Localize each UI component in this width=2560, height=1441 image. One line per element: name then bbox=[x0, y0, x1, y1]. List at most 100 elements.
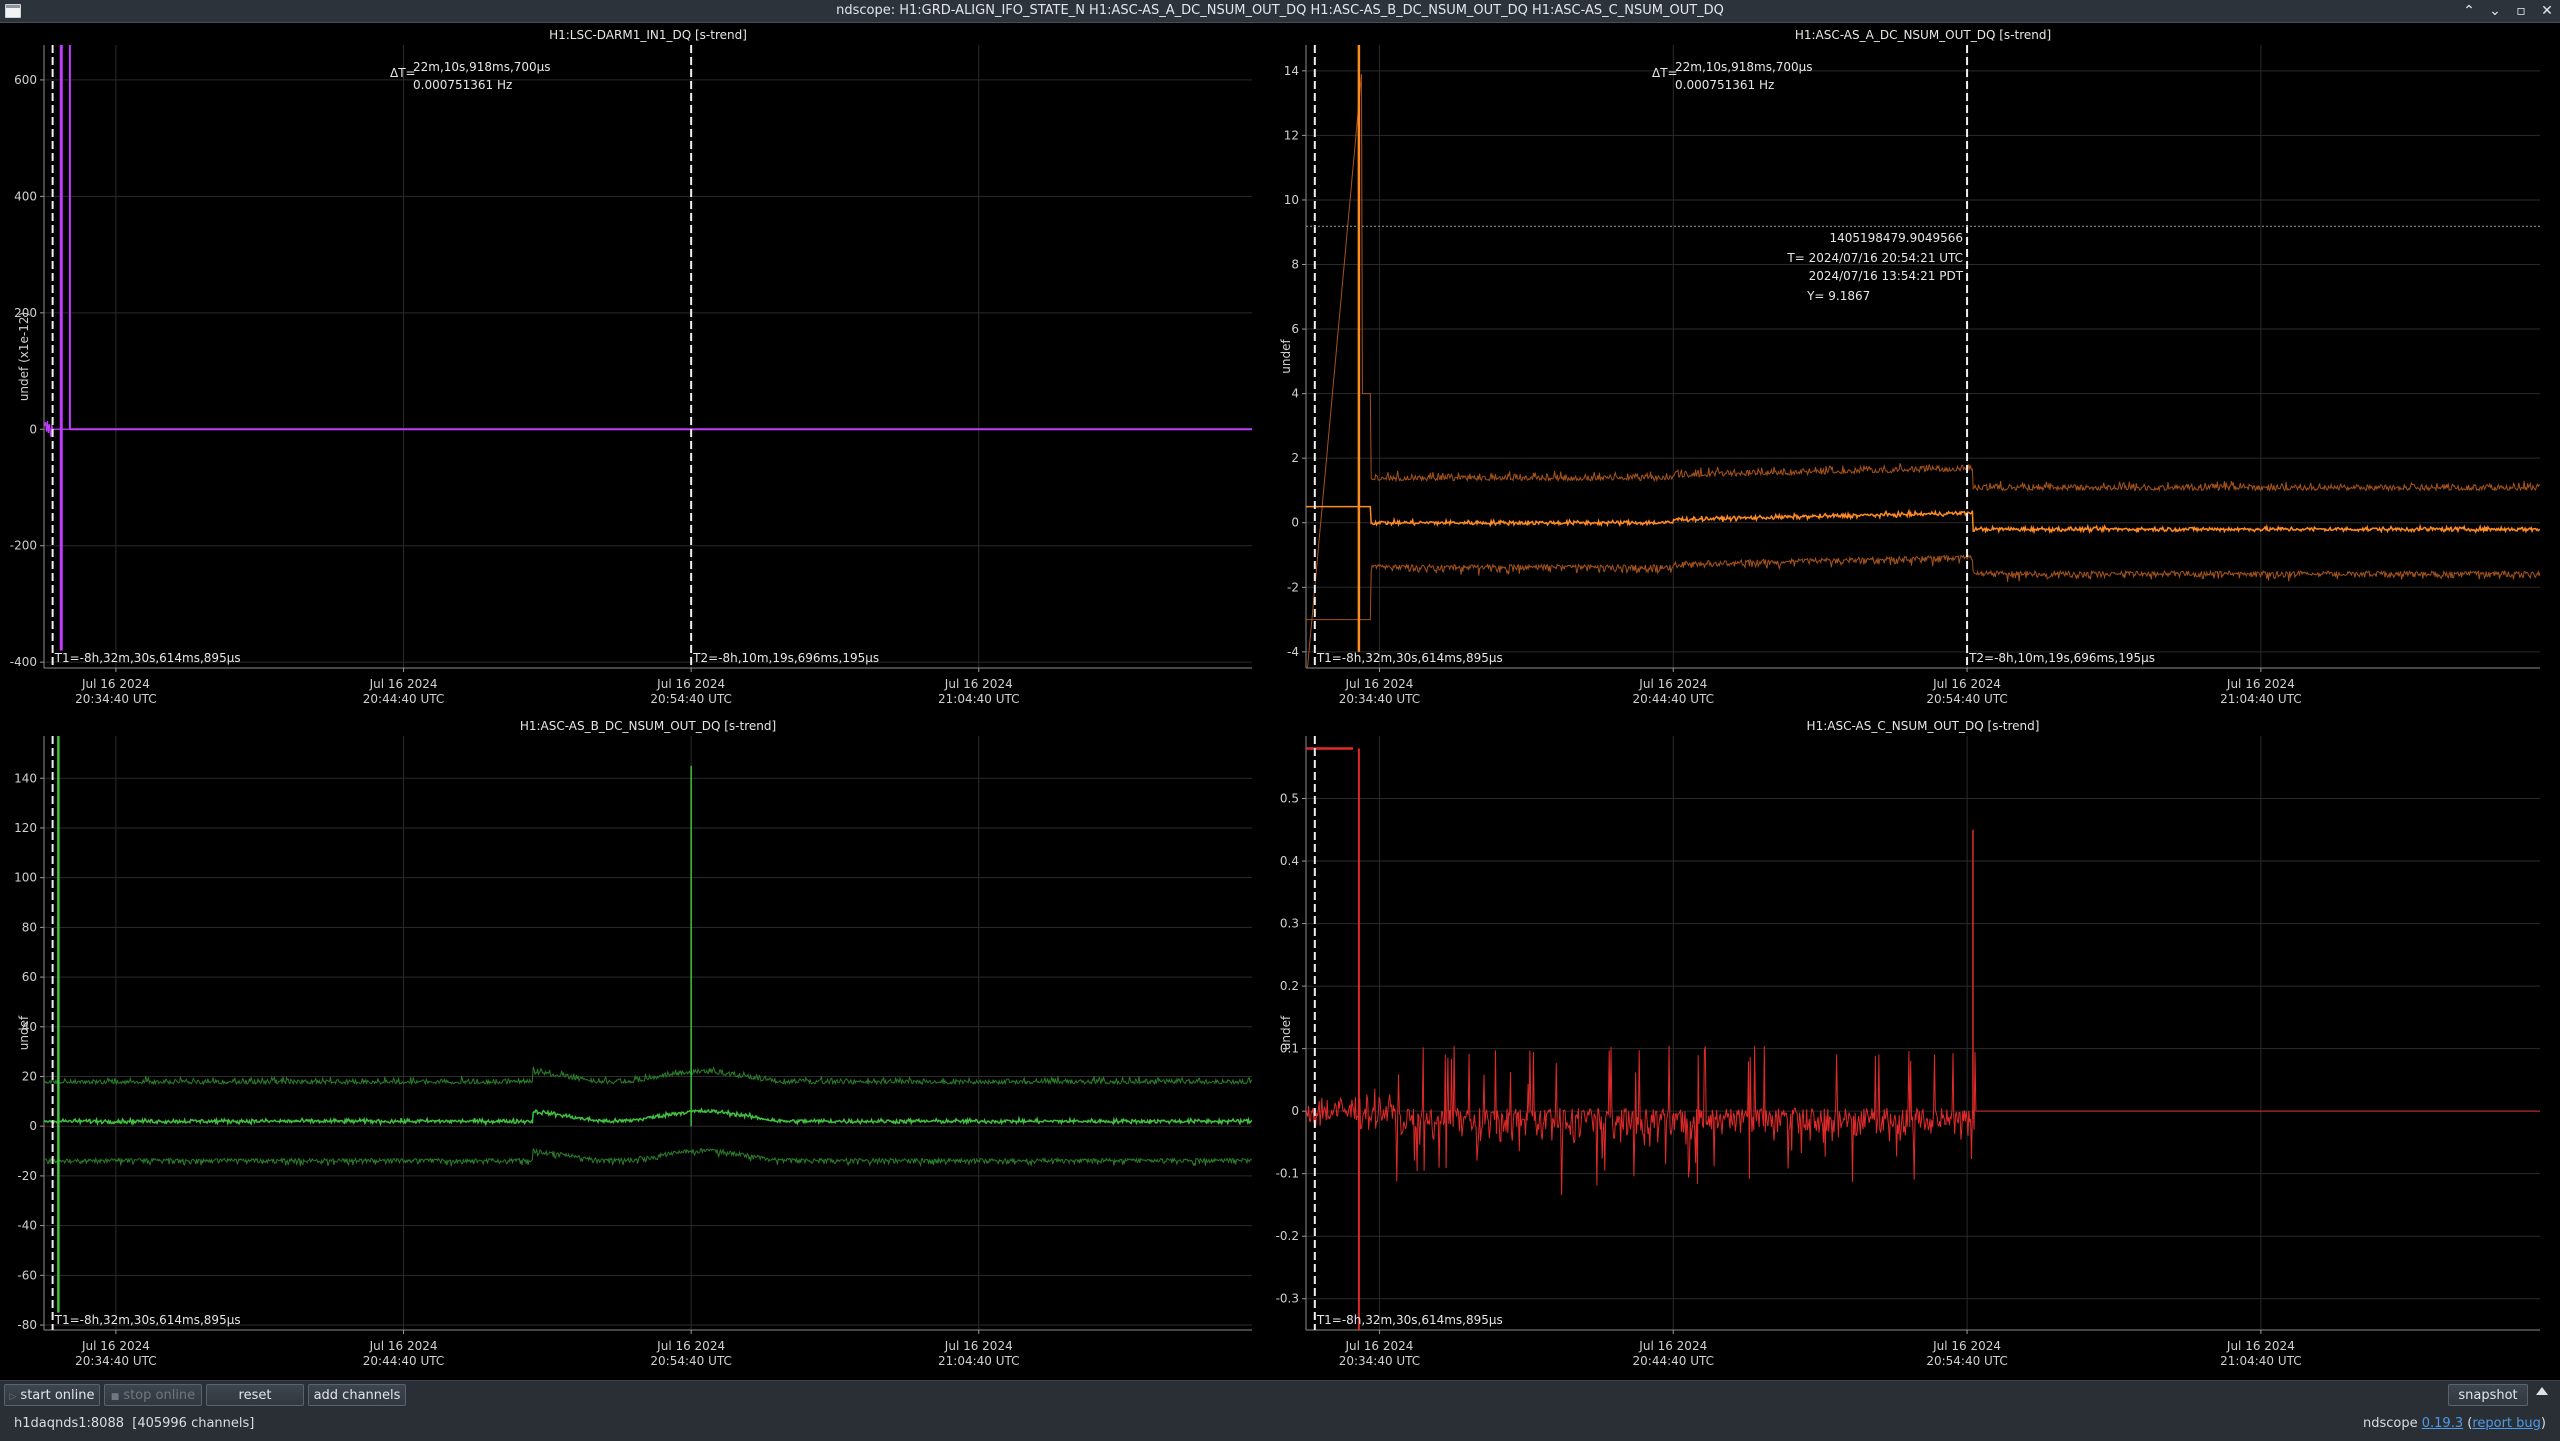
y-tick-label: 12 bbox=[1284, 128, 1299, 142]
delta-t-value: 22m,10s,918ms,700µs bbox=[413, 60, 551, 74]
minimize-button[interactable]: ⌃ bbox=[2462, 0, 2476, 22]
delta-t-label: ΔT= bbox=[390, 66, 416, 80]
start-online-button[interactable]: ▷ start online bbox=[4, 1384, 100, 1406]
cursor-label-t1: T1=-8h,32m,30s,614ms,895µs bbox=[1316, 1313, 1503, 1327]
x-tick-date: Jul 16 2024 bbox=[1932, 677, 2001, 691]
x-tick-time: 20:34:40 UTC bbox=[75, 692, 157, 706]
cursor-label-t2: T2=-8h,10m,19s,696ms,195µs bbox=[692, 651, 879, 665]
plot-title: H1:ASC-AS_B_DC_NSUM_OUT_DQ [s-trend] bbox=[520, 719, 776, 733]
chevron-up-icon[interactable] bbox=[2536, 1387, 2548, 1395]
window-controls: ⌃ ⌄ ▫ ✕ bbox=[2462, 0, 2554, 22]
plots-canvas[interactable]: H1:LSC-DARM1_IN1_DQ [s-trend]-400-200020… bbox=[0, 23, 2560, 1380]
stop-online-button[interactable]: ■ stop online bbox=[104, 1384, 202, 1406]
x-tick-date: Jul 16 2024 bbox=[369, 677, 438, 691]
y-axis-label: undef bbox=[1279, 1015, 1293, 1050]
delta-t-freq: 0.000751361 Hz bbox=[413, 78, 512, 92]
y-tick-label: 20 bbox=[22, 1069, 37, 1083]
x-tick-date: Jul 16 2024 bbox=[1932, 1339, 2001, 1353]
y-tick-label: -60 bbox=[17, 1268, 37, 1282]
x-tick-time: 21:04:40 UTC bbox=[2220, 1354, 2302, 1368]
y-tick-label: 4 bbox=[1291, 387, 1299, 401]
y-axis-label: undef bbox=[1279, 339, 1293, 374]
y-tick-label: -2 bbox=[1287, 580, 1299, 594]
reset-button[interactable]: reset bbox=[206, 1384, 304, 1406]
x-tick-date: Jul 16 2024 bbox=[656, 1339, 725, 1353]
x-tick-date: Jul 16 2024 bbox=[81, 1339, 150, 1353]
x-tick-time: 20:54:40 UTC bbox=[1926, 692, 2008, 706]
play-icon: ▷ bbox=[9, 1392, 17, 1402]
y-tick-label: -40 bbox=[17, 1219, 37, 1233]
y-tick-label: -0.3 bbox=[1276, 1292, 1299, 1306]
y-tick-label: 10 bbox=[1284, 193, 1299, 207]
x-tick-time: 21:04:40 UTC bbox=[938, 1354, 1020, 1368]
y-tick-label: 14 bbox=[1284, 64, 1299, 78]
plot-title: H1:ASC-AS_A_DC_NSUM_OUT_DQ [s-trend] bbox=[1795, 28, 2051, 42]
app-icon bbox=[5, 4, 21, 18]
y-tick-label: 0.2 bbox=[1280, 979, 1299, 993]
plot-panel-darm: H1:LSC-DARM1_IN1_DQ [s-trend] -400 -200 0 20… bbox=[10, 28, 1252, 706]
x-tick-time: 20:34:40 UTC bbox=[75, 1354, 157, 1368]
x-tick-time: 21:04:40 UTC bbox=[938, 692, 1020, 706]
plot-area[interactable]: H1:LSC-DARM1_IN1_DQ [s-trend] -400 -200 0 20… bbox=[0, 23, 2560, 1380]
y-tick-label: 80 bbox=[22, 920, 37, 934]
delta-t-label: ΔT= bbox=[1652, 66, 1678, 80]
plot-panel-as_c: H1:ASC-AS_C_NSUM_OUT_DQ [s-trend] -0.3 -0.… bbox=[1276, 719, 2540, 1368]
restore-button[interactable]: ⌄ bbox=[2488, 0, 2502, 22]
maximize-button[interactable]: ▫ bbox=[2514, 0, 2528, 22]
x-tick-time: 20:34:40 UTC bbox=[1339, 1354, 1421, 1368]
x-tick-time: 21:04:40 UTC bbox=[2220, 692, 2302, 706]
y-tick-label: 100 bbox=[14, 871, 37, 885]
y-tick-label: -80 bbox=[17, 1318, 37, 1332]
x-tick-time: 20:44:40 UTC bbox=[363, 1354, 445, 1368]
version-link[interactable]: 0.19.3 bbox=[2422, 1416, 2463, 1431]
trace-mean bbox=[1306, 1045, 2540, 1196]
y-cursor-pdt: 2024/07/16 13:54:21 PDT bbox=[1809, 269, 1964, 283]
trace-mean bbox=[1306, 505, 2540, 535]
data-traces bbox=[1306, 747, 2540, 1330]
x-tick-date: Jul 16 2024 bbox=[369, 1339, 438, 1353]
x-tick-date: Jul 16 2024 bbox=[656, 677, 725, 691]
y-tick-label: 0.4 bbox=[1280, 854, 1299, 868]
x-tick-date: Jul 16 2024 bbox=[944, 1339, 1013, 1353]
data-traces bbox=[44, 45, 1252, 651]
app-name: ndscope bbox=[2362, 1416, 2418, 1431]
cursor-label-t1: T1=-8h,32m,30s,614ms,895µs bbox=[1316, 651, 1503, 665]
y-tick-label: 0.5 bbox=[1280, 792, 1299, 806]
y-tick-label: 60 bbox=[22, 970, 37, 984]
trace-max bbox=[1306, 74, 2540, 668]
version-info: ndscope 0.19.3 (report bug) bbox=[2362, 1416, 2546, 1431]
y-cursor-utc: T= 2024/07/16 20:54:21 UTC bbox=[1786, 251, 1963, 265]
x-tick-date: Jul 16 2024 bbox=[1344, 1339, 1413, 1353]
x-tick-time: 20:54:40 UTC bbox=[650, 1354, 732, 1368]
channel-count: [405996 channels] bbox=[132, 1416, 255, 1431]
server-address: h1daqnds1:8088 bbox=[14, 1416, 124, 1431]
delta-t-freq: 0.000751361 Hz bbox=[1675, 78, 1774, 92]
x-tick-time: 20:34:40 UTC bbox=[1339, 692, 1421, 706]
y-cursor-value: Y= 9.1867 bbox=[1806, 289, 1870, 303]
nds-server-status: h1daqnds1:8088 [405996 channels] bbox=[14, 1416, 254, 1431]
x-tick-date: Jul 16 2024 bbox=[1638, 1339, 1707, 1353]
y-cursor-gps: 1405198479.9049566 bbox=[1829, 231, 1963, 245]
close-button[interactable]: ✕ bbox=[2540, 0, 2554, 22]
y-tick-label: -20 bbox=[17, 1169, 37, 1183]
trace-min bbox=[44, 1147, 1252, 1168]
trace-mean bbox=[44, 1107, 1252, 1127]
y-tick-label: 120 bbox=[14, 821, 37, 835]
x-tick-time: 20:54:40 UTC bbox=[650, 692, 732, 706]
y-tick-label: 0.3 bbox=[1280, 917, 1299, 931]
x-tick-date: Jul 16 2024 bbox=[2226, 677, 2295, 691]
y-tick-label: -200 bbox=[10, 539, 37, 553]
x-tick-time: 20:44:40 UTC bbox=[363, 692, 445, 706]
x-tick-time: 20:54:40 UTC bbox=[1926, 1354, 2008, 1368]
plot-panel-as_a: H1:ASC-AS_A_DC_NSUM_OUT_DQ [s-trend] -4 -2… bbox=[1279, 28, 2540, 706]
x-tick-date: Jul 16 2024 bbox=[944, 677, 1013, 691]
report-bug-link[interactable]: report bug bbox=[2472, 1416, 2541, 1431]
cursor-label-t1: T1=-8h,32m,30s,614ms,895µs bbox=[54, 1313, 241, 1327]
y-tick-label: -400 bbox=[10, 655, 37, 669]
plot-title: H1:ASC-AS_C_NSUM_OUT_DQ [s-trend] bbox=[1807, 719, 2040, 733]
snapshot-button[interactable]: snapshot bbox=[2448, 1384, 2528, 1406]
y-tick-label: 0 bbox=[29, 422, 37, 436]
y-tick-label: -0.1 bbox=[1276, 1167, 1299, 1181]
add-channels-button[interactable]: add channels bbox=[308, 1384, 406, 1406]
y-tick-label: 0 bbox=[1291, 516, 1299, 530]
